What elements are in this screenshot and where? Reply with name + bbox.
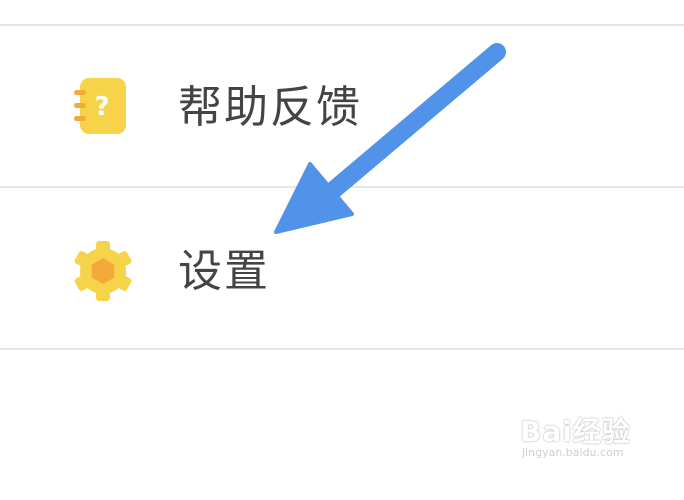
watermark-logo: Bai经验 — [520, 415, 631, 448]
help-notebook-icon: ? — [72, 76, 132, 136]
svg-text:?: ? — [94, 92, 109, 122]
bottom-divider — [0, 348, 684, 350]
watermark-url: jingyan.baidu.com — [522, 446, 624, 459]
watermark: Bai经验 jingyan.baidu.com — [520, 410, 650, 470]
menu-item-label: 设置 — [178, 246, 270, 297]
menu-item-settings[interactable]: 设置 — [0, 188, 684, 348]
settings-gear-icon — [72, 240, 134, 302]
menu-item-label: 帮助反馈 — [178, 82, 362, 133]
menu-item-help-feedback[interactable]: ? 帮助反馈 — [0, 26, 684, 186]
